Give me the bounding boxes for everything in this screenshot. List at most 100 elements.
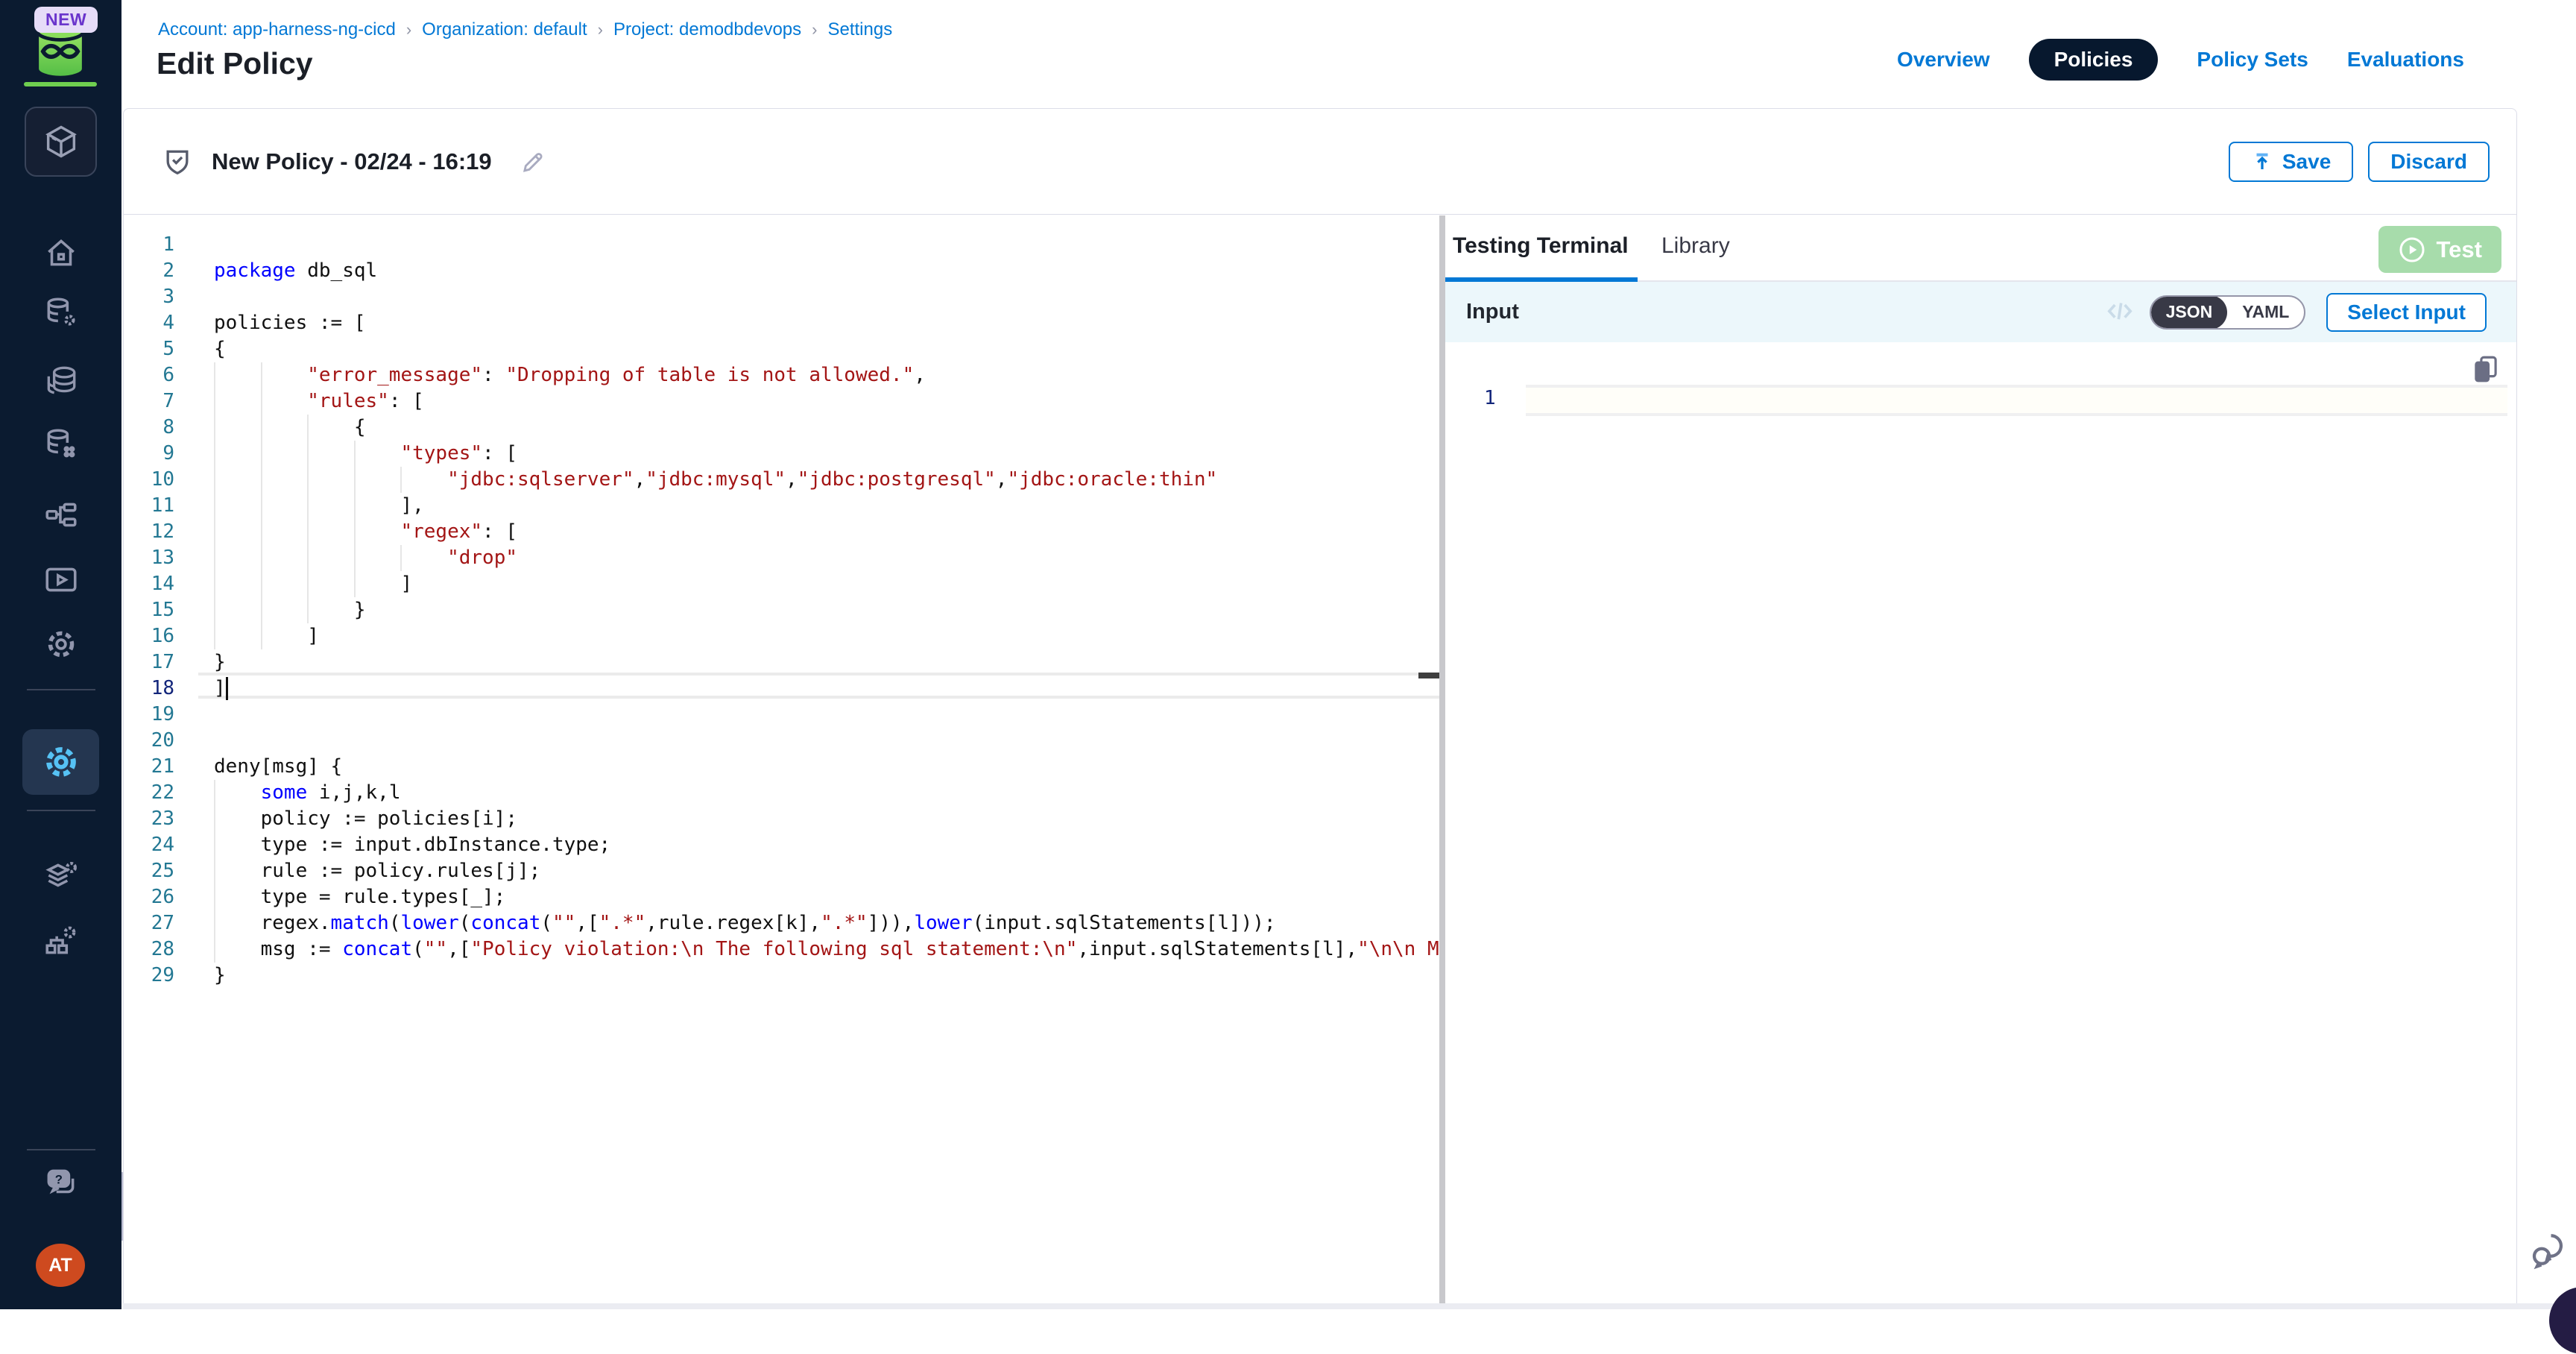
- nav-overview[interactable]: Overview: [1897, 39, 1990, 81]
- avatar[interactable]: AT: [36, 1244, 85, 1287]
- keyword-token: concat: [470, 912, 540, 934]
- code-line[interactable]: 14 ]: [124, 571, 1439, 597]
- nav-evaluations[interactable]: Evaluations: [2347, 39, 2464, 81]
- save-button[interactable]: Save: [2229, 142, 2353, 182]
- sidebar-item-pipelines[interactable]: [42, 497, 80, 536]
- breadcrumb-link[interactable]: Organization: default: [422, 19, 587, 40]
- code-line[interactable]: 19: [124, 702, 1439, 728]
- code-token: i,j,k,l: [307, 781, 400, 804]
- discard-button[interactable]: Discard: [2368, 142, 2490, 182]
- code-text: }: [214, 649, 226, 676]
- code-line[interactable]: 8 {: [124, 415, 1439, 441]
- tab-testing-terminal[interactable]: Testing Terminal: [1453, 233, 1629, 259]
- breadcrumb-link[interactable]: Project: demodbdevops: [613, 19, 801, 40]
- code-line[interactable]: 28 msg := concat("",["Policy violation:\…: [124, 936, 1439, 963]
- edit-pencil-icon[interactable]: [519, 148, 547, 176]
- keyword-token: some: [261, 781, 308, 804]
- panel-splitter[interactable]: [1439, 215, 1445, 1304]
- code-line[interactable]: 25 rule := policy.rules[j];: [124, 858, 1439, 884]
- code-token: deny[msg] {: [214, 755, 342, 778]
- code-line[interactable]: 21deny[msg] {: [124, 754, 1439, 780]
- code-line[interactable]: 24 type := input.dbInstance.type;: [124, 832, 1439, 858]
- bottom-scroll-strip[interactable]: [123, 1303, 2576, 1309]
- code-line[interactable]: 4policies := [: [124, 310, 1439, 336]
- code-line[interactable]: 27 regex.match(lower(concat("",[".*",rul…: [124, 910, 1439, 936]
- code-token: }: [214, 964, 226, 986]
- sidebar-item-help[interactable]: ?: [42, 1163, 80, 1202]
- chat-widget-corner[interactable]: [2549, 1287, 2576, 1354]
- code-line[interactable]: 29}: [124, 963, 1439, 989]
- code-text: rule := policy.rules[j];: [214, 858, 540, 884]
- code-pane[interactable]: 12package db_sql34policies := [5{6 "erro…: [124, 215, 1439, 1304]
- breadcrumb-link[interactable]: Settings: [827, 19, 892, 40]
- code-line[interactable]: 5{: [124, 336, 1439, 362]
- code-line[interactable]: 10 "jdbc:sqlserver","jdbc:mysql","jdbc:p…: [124, 467, 1439, 493]
- code-line[interactable]: 16 ]: [124, 623, 1439, 649]
- code-text: ]: [214, 571, 412, 597]
- code-token: (input.sqlStatements[l]));: [973, 912, 1276, 934]
- code-line[interactable]: 22 some i,j,k,l: [124, 780, 1439, 806]
- code-line[interactable]: 20: [124, 728, 1439, 754]
- code-text: package db_sql: [214, 258, 377, 284]
- code-text: msg := concat("",["Policy violation:\n T…: [214, 936, 1439, 963]
- line-number: 20: [124, 728, 174, 754]
- sidebar-item-db-migrations[interactable]: [42, 425, 80, 464]
- sidebar-divider: [27, 810, 95, 811]
- shield-check-icon: [161, 145, 194, 178]
- format-toggle[interactable]: JSONYAML: [2150, 295, 2306, 330]
- sidebar-item-db-stack[interactable]: [42, 361, 80, 400]
- string-token: "Dropping of table is not allowed.": [505, 364, 914, 386]
- code-text: {: [214, 336, 226, 362]
- sidebar-item-layers-settings[interactable]: [42, 857, 80, 896]
- input-editor-line[interactable]: [1526, 385, 2507, 416]
- play-circle-icon: [2398, 236, 2426, 264]
- sidebar-item-org-settings[interactable]: [42, 922, 80, 960]
- code-token: }: [214, 651, 226, 673]
- code-line[interactable]: 12 "regex": [: [124, 519, 1439, 545]
- format-option-json[interactable]: JSON: [2151, 295, 2228, 330]
- test-button[interactable]: Test: [2378, 226, 2501, 273]
- breadcrumb-link[interactable]: Account: app-harness-ng-cicd: [158, 19, 396, 40]
- code-line[interactable]: 18]: [124, 676, 1439, 702]
- sidebar-item-db-config[interactable]: [42, 294, 80, 333]
- code-line[interactable]: 17}: [124, 649, 1439, 676]
- code-line[interactable]: 11 ],: [124, 493, 1439, 519]
- nav-policy-sets[interactable]: Policy Sets: [2197, 39, 2308, 81]
- string-token: "Policy violation:\n The following sql s…: [470, 938, 1077, 960]
- policy-name: New Policy - 02/24 - 16:19: [212, 148, 492, 175]
- sidebar-item-settings-active[interactable]: [22, 729, 99, 795]
- sidebar-item-config-gear[interactable]: [42, 625, 80, 664]
- select-input-button[interactable]: Select Input: [2326, 293, 2487, 332]
- code-token: (: [540, 912, 552, 934]
- code-token: msg :=: [214, 938, 342, 960]
- code-token: [214, 364, 307, 386]
- code-text: type := input.dbInstance.type;: [214, 832, 610, 858]
- code-token: ])),: [868, 912, 915, 934]
- chat-bubbles-icon[interactable]: [2527, 1227, 2572, 1272]
- format-option-yaml[interactable]: YAML: [2227, 295, 2304, 330]
- sidebar-item-executions[interactable]: [42, 561, 80, 599]
- code-line[interactable]: 15 }: [124, 597, 1439, 623]
- copy-icon[interactable]: [2470, 353, 2501, 385]
- keyword-token: concat: [342, 938, 412, 960]
- code-line[interactable]: 23 policy := policies[i];: [124, 806, 1439, 832]
- code-line[interactable]: 9 "types": [: [124, 441, 1439, 467]
- code-line[interactable]: 6 "error_message": "Dropping of table is…: [124, 362, 1439, 388]
- database-stack-icon: [42, 362, 80, 399]
- sidebar-item-home[interactable]: [42, 234, 80, 273]
- code-token: :: [482, 364, 505, 386]
- tab-library[interactable]: Library: [1661, 233, 1730, 259]
- code-token: ,: [996, 468, 1008, 491]
- nav-policies[interactable]: Policies: [2029, 39, 2159, 81]
- string-token: ".*": [599, 912, 646, 934]
- code-line[interactable]: 7 "rules": [: [124, 388, 1439, 415]
- code-text: }: [214, 963, 226, 989]
- module-selector-button[interactable]: [25, 107, 97, 177]
- code-line[interactable]: 1: [124, 232, 1439, 258]
- policy-editor-card: New Policy - 02/24 - 16:19 Save Discard …: [123, 108, 2517, 1303]
- database-dots-icon: [42, 426, 80, 463]
- code-line[interactable]: 2package db_sql: [124, 258, 1439, 284]
- code-line[interactable]: 13 "drop": [124, 545, 1439, 571]
- code-line[interactable]: 26 type = rule.types[_];: [124, 884, 1439, 910]
- code-line[interactable]: 3: [124, 284, 1439, 310]
